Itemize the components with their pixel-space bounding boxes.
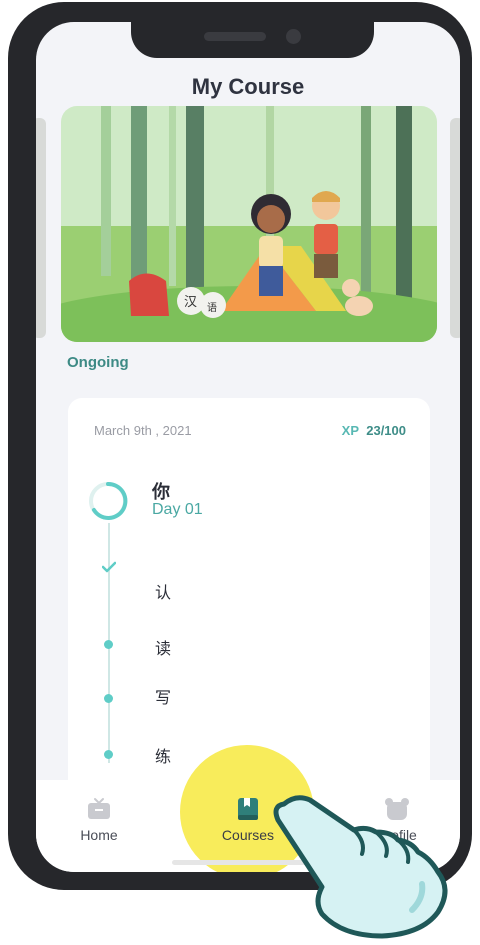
prev-course-card[interactable] (36, 118, 46, 338)
svg-text:汉: 汉 (184, 295, 197, 310)
tv-icon (88, 798, 110, 819)
course-banner[interactable]: 汉 语 (61, 106, 437, 342)
check-icon (102, 561, 116, 573)
phone-frame: My Course 汉 语 Ongoing March 9th , 2021 X… (8, 2, 472, 890)
course-date: March 9th , 2021 (94, 423, 192, 438)
forest-illustration: 汉 语 (61, 106, 437, 342)
course-progress-card[interactable]: March 9th , 2021 XP 23/100 你 Day 01 认 读 … (68, 398, 430, 798)
step-dot (104, 750, 113, 759)
svg-text:语: 语 (207, 302, 217, 314)
pointing-hand-icon (273, 795, 448, 939)
step-dot (104, 640, 113, 649)
lesson-day[interactable]: Day 01 (152, 501, 203, 519)
next-course-card[interactable] (450, 118, 460, 338)
book-icon (238, 798, 258, 820)
nav-home-label: Home (80, 827, 118, 843)
step-recognize[interactable]: 认 (155, 579, 171, 603)
xp-counter: XP 23/100 (342, 423, 406, 438)
backpack-icon (129, 273, 169, 316)
step-write[interactable]: 写 (155, 684, 171, 708)
xp-value: 23/100 (366, 423, 406, 438)
nav-home[interactable]: Home (49, 797, 149, 843)
step-dot (104, 694, 113, 703)
camera-icon (286, 29, 301, 44)
xp-label: XP (341, 423, 359, 438)
phone-notch (131, 4, 374, 58)
step-practice[interactable]: 练 (155, 743, 171, 767)
page-title: My Course (191, 74, 305, 99)
step-read[interactable]: 读 (155, 635, 171, 659)
lesson-progress-ring (89, 481, 128, 520)
app-screen: My Course 汉 语 Ongoing March 9th , 2021 X… (36, 22, 460, 872)
ongoing-label: Ongoing (67, 354, 129, 371)
speaker-icon (204, 32, 266, 41)
